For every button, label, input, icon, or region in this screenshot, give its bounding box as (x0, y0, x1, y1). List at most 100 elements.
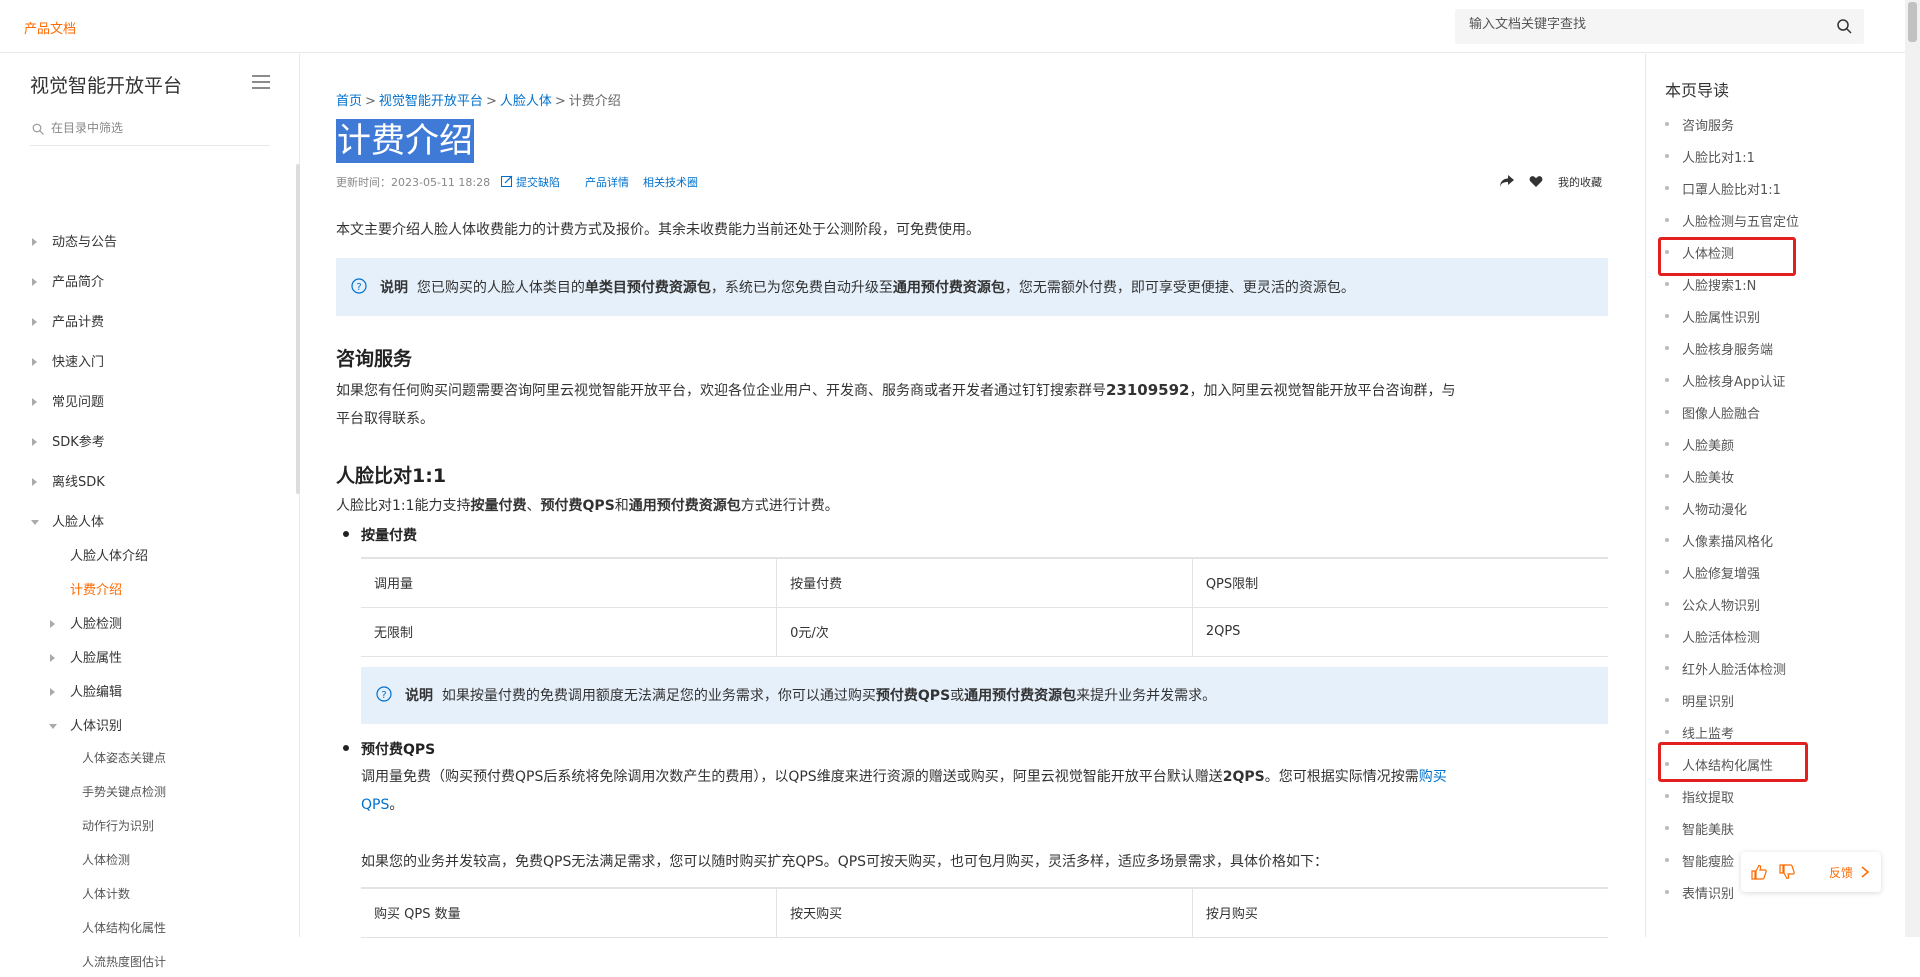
favorite-link[interactable]: 我的收藏 (1558, 174, 1602, 190)
expand-arrow-icon (32, 278, 37, 286)
sidebar-item-body-struct[interactable]: 人体结构化属性 (82, 919, 166, 943)
buy-link[interactable]: 购买 (1419, 769, 1447, 785)
sidebar-item-face-body-intro[interactable]: 人脸人体介绍 (70, 545, 148, 569)
sidebar-scrollbar[interactable] (296, 164, 300, 494)
table-header-cell: 购买 QPS 数量 (361, 887, 777, 938)
expand-arrow-icon (32, 478, 37, 486)
pricing-table: 调用量 按量付费 QPS限制 无限制 0元/次 2QPS (361, 557, 1608, 657)
note-box: ? 说明 如果按量付费的免费调用额度无法满足您的业务需求，你可以通过购买预付费Q… (361, 667, 1608, 724)
feedback-button[interactable]: 反馈 (1829, 864, 1853, 881)
thumbs-up-icon[interactable] (1751, 864, 1767, 880)
search-input[interactable] (1469, 17, 1809, 32)
buy-qps-link[interactable]: QPS (361, 797, 389, 813)
expand-arrow-icon (32, 358, 37, 366)
compare-text: 人脸比对1:1能力支持按量付费、预付费QPS和通用预付费资源包方式进行计费。 (336, 498, 839, 514)
toc-bullet (1665, 282, 1669, 286)
expand-arrow-icon (50, 688, 55, 696)
toc-bullet (1665, 442, 1669, 446)
table-header-row: 购买 QPS 数量 按天购买 按月购买 (361, 887, 1608, 938)
bullet-pay-as-you-go: 按量付费 (343, 525, 417, 545)
sidebar-item-pose-keypoints[interactable]: 人体姿态关键点 (82, 749, 166, 773)
toc-bullet (1665, 506, 1669, 510)
toc-bullet (1665, 154, 1669, 158)
table-header-row: 调用量 按量付费 QPS限制 (361, 557, 1608, 608)
sidebar-item-body-detect[interactable]: 人体检测 (82, 851, 130, 875)
note-text: 说明 如果按量付费的免费调用额度无法满足您的业务需求，你可以通过购买预付费QPS… (405, 688, 1217, 704)
toc-bullet (1665, 186, 1669, 190)
heart-icon[interactable] (1529, 175, 1543, 188)
note-text: 说明 您已购买的人脸人体类目的单类目预付费资源包，系统已为您免费自动升级至通用预… (380, 280, 1355, 296)
doc-search (1455, 9, 1864, 44)
svg-text:?: ? (381, 690, 386, 701)
feedback-widget: 反馈 (1741, 852, 1881, 892)
table-cell: 无限制 (361, 606, 777, 657)
menu-icon[interactable] (252, 74, 270, 90)
toc-bullet (1665, 858, 1669, 862)
table-cell: 0元/次 (776, 606, 1193, 657)
catalog-filter-input[interactable] (51, 121, 251, 135)
toc-bullet (1665, 890, 1669, 894)
table-header-cell: 按天购买 (776, 887, 1193, 938)
submit-bug-link[interactable]: 提交缺陷 (516, 174, 560, 190)
breadcrumb-face-body[interactable]: 人脸人体 (500, 94, 552, 109)
article-meta: 更新时间：2023-05-11 18:28 提交缺陷 产品详情 相关技术圈 我的… (336, 174, 1608, 192)
catalog-filter (30, 118, 270, 146)
intro-text: 本文主要介绍人脸人体收费能力的计费方式及报价。其余未收费能力当前还处于公测阶段，… (336, 222, 980, 238)
tech-forum-link[interactable]: 相关技术圈 (643, 174, 698, 190)
top-bar: 产品文档 (0, 0, 1920, 53)
filter-search-icon (32, 123, 44, 135)
breadcrumb-home[interactable]: 首页 (336, 94, 362, 109)
edit-icon (501, 175, 513, 187)
toc-bullet (1665, 346, 1669, 350)
sidebar: 视觉智能开放平台 动态与公告 产品简介 产品计费 快速入门 常见问题 SDK参考… (0, 54, 300, 969)
toc-bullet (1665, 826, 1669, 830)
chevron-right-icon[interactable] (1859, 864, 1871, 880)
toc-heading: 本页导读 (1665, 81, 1730, 100)
brand-link[interactable]: 产品文档 (24, 18, 76, 37)
table-cell: 2QPS (1191, 606, 1608, 657)
sidebar-title[interactable]: 视觉智能开放平台 (30, 71, 182, 98)
page-scrollbar[interactable] (1905, 0, 1920, 937)
table-row: 无限制 0元/次 2QPS (361, 606, 1608, 657)
expand-arrow-icon (50, 654, 55, 662)
page-title: 计费介绍 (336, 119, 474, 163)
toc-bullet (1665, 538, 1669, 542)
thumbs-down-icon[interactable] (1779, 864, 1795, 880)
table-header-cell: 按月购买 (1191, 887, 1608, 938)
expand-arrow-icon (32, 238, 37, 246)
toc-bullet (1665, 666, 1669, 670)
share-icon[interactable] (1499, 174, 1515, 188)
consult-text: 如果您有任何购买问题需要咨询阿里云视觉智能开放平台，欢迎各位企业用户、开发商、服… (336, 381, 1456, 427)
breadcrumb-separator: > (365, 94, 376, 109)
table-header-cell: 调用量 (361, 557, 777, 608)
sidebar-item-body-count[interactable]: 人体计数 (82, 885, 130, 909)
product-detail-link[interactable]: 产品详情 (585, 174, 629, 190)
sidebar-item-action-recog[interactable]: 动作行为识别 (82, 817, 154, 841)
toc-bullet (1665, 602, 1669, 606)
toc-bullet (1665, 794, 1669, 798)
update-time: 更新时间：2023-05-11 18:28 (336, 176, 491, 189)
toc-bullet (1665, 634, 1669, 638)
page-toc: 本页导读 咨询服务 人脸比对1:1 口罩人脸比对1:1 人脸检测与五官定位 人体… (1645, 54, 1905, 937)
toc-bullet (1665, 570, 1669, 574)
qps-pricing-table: 购买 QPS 数量 按天购买 按月购买 (361, 887, 1608, 938)
bullet-dot (343, 745, 349, 751)
toc-bullet (1665, 410, 1669, 414)
highlight-box (1658, 742, 1808, 782)
question-icon: ? (351, 278, 367, 294)
toc-bullet (1665, 218, 1669, 222)
toc-bullet (1665, 730, 1669, 734)
breadcrumb-platform[interactable]: 视觉智能开放平台 (379, 94, 483, 109)
scrollbar-thumb[interactable] (1908, 2, 1917, 42)
sidebar-item-billing-intro[interactable]: 计费介绍 (70, 579, 122, 603)
toc-bullet (1665, 122, 1669, 126)
sidebar-item-crowd-heatmap[interactable]: 人流热度图估计 (82, 953, 166, 977)
section-heading-compare: 人脸比对1:1 (336, 465, 447, 487)
highlight-box (1658, 237, 1796, 276)
sidebar-item-hand-keypoints[interactable]: 手势关键点检测 (82, 783, 166, 807)
toc-bullet (1665, 378, 1669, 382)
toc-bullet (1665, 474, 1669, 478)
search-icon[interactable] (1836, 18, 1852, 34)
expand-arrow-icon (32, 438, 37, 446)
qps-text-2: 如果您的业务并发较高，免费QPS无法满足需求，您可以随时购买扩充QPS。QPS可… (361, 854, 1329, 870)
